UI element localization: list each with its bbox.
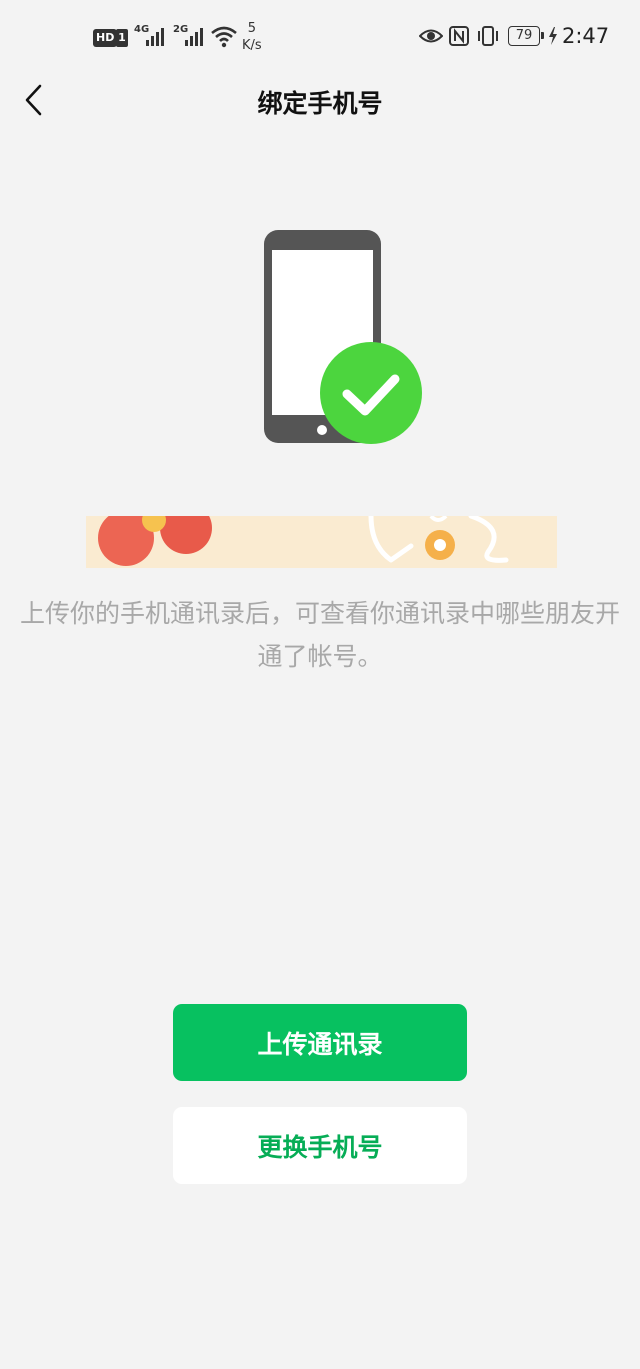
battery-indicator: 79: [508, 26, 544, 46]
network-speed: 5 K/s: [242, 21, 262, 53]
sim-badge: 1: [116, 29, 128, 47]
wifi-icon: [211, 26, 237, 48]
flower-pattern-image: [86, 516, 557, 568]
decorative-banner: [86, 516, 557, 568]
clock: 2:47: [562, 24, 610, 48]
signal-strength-icon: [146, 28, 164, 46]
nav-header: 绑定手机号: [0, 72, 640, 128]
change-phone-number-button[interactable]: 更换手机号: [173, 1107, 467, 1184]
upload-description: 上传你的手机通讯录后，可查看你通讯录中哪些朋友开通了帐号。: [20, 599, 621, 671]
check-circle-icon: [320, 342, 422, 444]
vibrate-icon: [478, 26, 498, 46]
nfc-icon: [449, 26, 469, 46]
status-bar: HD 1 4G 2G 5 K/s 79 2:47: [0, 0, 640, 72]
hd-voice-badge: HD: [93, 29, 118, 47]
charging-icon: [549, 27, 557, 45]
signal-strength-icon: [185, 28, 203, 46]
eye-comfort-icon: [419, 29, 443, 43]
phone-verified-illustration: [264, 230, 422, 444]
page-title: 绑定手机号: [257, 89, 383, 118]
upload-contacts-button[interactable]: 上传通讯录: [173, 1004, 467, 1081]
